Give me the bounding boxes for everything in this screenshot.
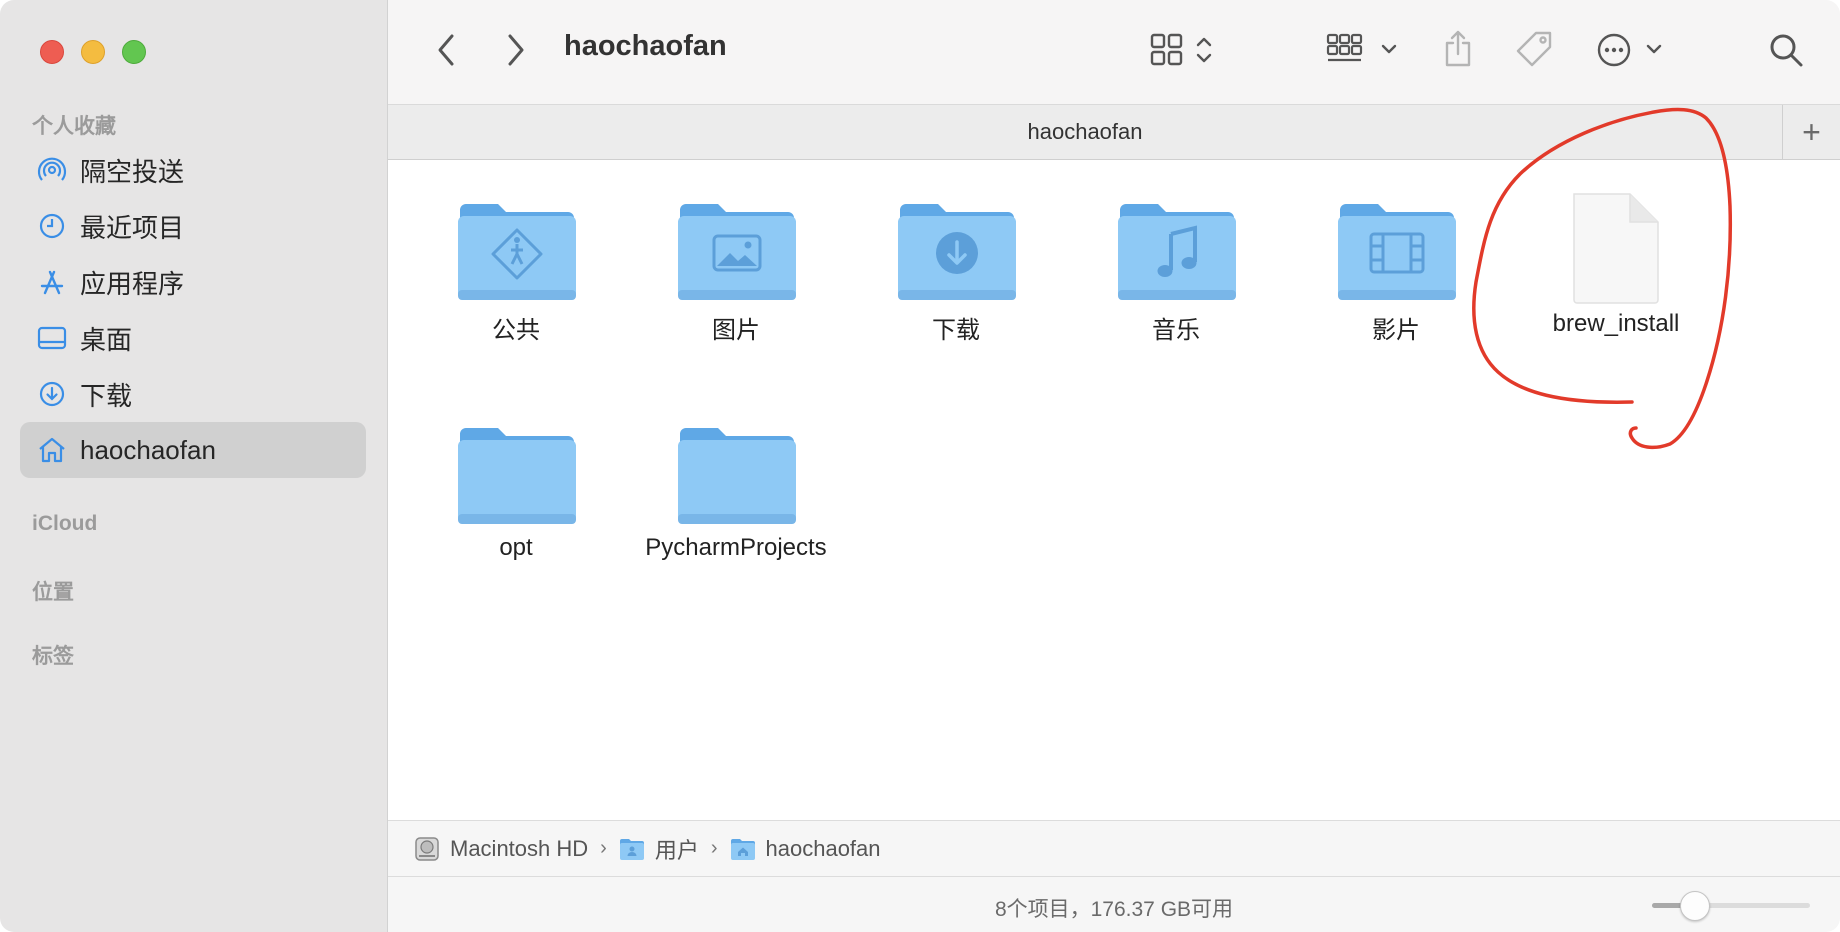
finder-window: 个人收藏 隔空投送 最近项目 应用程序 桌面 下载 haochaofan iCl… <box>0 0 1840 932</box>
folder-name: PycharmProjects <box>645 534 827 561</box>
status-bar: 8个项目，176.37 GB可用 <box>388 876 1840 932</box>
group-by-button[interactable] <box>1326 30 1400 70</box>
window-controls <box>40 40 146 64</box>
forward-button[interactable] <box>502 30 530 70</box>
minimize-window-button[interactable] <box>81 40 105 64</box>
sidebar-item-label: 最近项目 <box>80 212 185 243</box>
file-name: brew_install <box>1552 310 1680 337</box>
breadcrumb-label: 用户 <box>654 837 699 863</box>
sidebar-item-label: 应用程序 <box>80 268 185 299</box>
window-title: haochaofan <box>564 30 727 62</box>
users-folder-icon <box>619 837 645 861</box>
action-menu-button[interactable] <box>1596 30 1666 70</box>
breadcrumb-macintosh-hd[interactable]: Macintosh HD › <box>414 836 619 862</box>
search-button[interactable] <box>1766 30 1806 70</box>
breadcrumb-haochaofan[interactable]: haochaofan <box>730 836 881 862</box>
folder-name: 下载 <box>932 317 980 344</box>
breadcrumb-users[interactable]: 用户 › <box>619 833 730 865</box>
tags-button[interactable] <box>1512 28 1558 72</box>
sidebar-item-applications[interactable]: 应用程序 <box>20 254 366 310</box>
sidebar-item-recents[interactable]: 最近项目 <box>20 198 366 254</box>
breadcrumb-label: haochaofan <box>765 835 881 861</box>
clock-icon <box>36 210 68 242</box>
home-icon <box>36 434 68 466</box>
ellipsis-circle-icon <box>1597 33 1662 67</box>
folder-item-pycharmprojects[interactable]: PycharmProjects <box>626 422 846 562</box>
airdrop-icon <box>36 154 68 186</box>
chevron-left-icon <box>438 34 454 66</box>
download-icon <box>36 378 68 410</box>
folder-item-movies[interactable]: 影片 <box>1286 198 1506 344</box>
film-folder-icon <box>1338 204 1456 300</box>
public-folder-icon <box>458 204 576 300</box>
folder-item-public[interactable]: 公共 <box>406 198 626 344</box>
view-mode-button[interactable] <box>1150 30 1218 70</box>
tag-icon <box>1516 31 1552 67</box>
folder-item-pictures[interactable]: 图片 <box>626 198 846 344</box>
desktop-icon <box>36 322 68 354</box>
search-icon <box>1770 34 1803 67</box>
back-button[interactable] <box>432 30 460 70</box>
download-folder-icon <box>898 204 1016 300</box>
sidebar-item-downloads[interactable]: 下载 <box>20 366 366 422</box>
hard-drive-icon <box>414 836 440 862</box>
home-folder-icon <box>730 837 756 861</box>
folder-name: 图片 <box>712 317 760 344</box>
folder-icon <box>678 428 796 524</box>
slider-knob[interactable] <box>1680 891 1711 921</box>
icon-grid-view-icon <box>1150 33 1212 66</box>
close-window-button[interactable] <box>40 40 64 64</box>
sidebar: 个人收藏 隔空投送 最近项目 应用程序 桌面 下载 haochaofan iCl… <box>0 0 388 932</box>
folder-name: 音乐 <box>1152 317 1200 344</box>
sidebar-section-locations[interactable]: 位置 <box>32 576 74 606</box>
share-icon <box>1445 30 1471 67</box>
sidebar-section-favorites: 个人收藏 <box>32 115 116 138</box>
icon-size-slider[interactable] <box>1652 891 1810 921</box>
sidebar-section-icloud[interactable]: iCloud <box>32 512 97 536</box>
applications-icon <box>36 266 68 298</box>
share-button[interactable] <box>1438 26 1478 72</box>
folder-icon <box>458 428 576 524</box>
sidebar-item-label: 隔空投送 <box>80 156 185 187</box>
path-bar: Macintosh HD › 用户 › haochaofan <box>388 820 1840 876</box>
new-tab-button[interactable]: + <box>1782 105 1840 160</box>
sidebar-item-label: haochaofan <box>80 434 216 465</box>
zoom-window-button[interactable] <box>122 40 146 64</box>
sidebar-item-label: 桌面 <box>80 324 133 355</box>
file-grid: 公共 图片 下载 音乐 影片 brew_install opt PycharmP… <box>388 160 1840 820</box>
picture-folder-icon <box>678 204 796 300</box>
music-folder-icon <box>1118 204 1236 300</box>
sidebar-item-home[interactable]: haochaofan <box>20 422 366 478</box>
sidebar-section-tags[interactable]: 标签 <box>32 640 74 670</box>
chevron-right-icon: › <box>710 837 718 859</box>
chevron-right-icon <box>508 34 524 66</box>
sidebar-item-desktop[interactable]: 桌面 <box>20 310 366 366</box>
folder-item-music[interactable]: 音乐 <box>1066 198 1286 344</box>
status-text: 8个项目，176.37 GB可用 <box>994 898 1234 921</box>
folder-item-opt[interactable]: opt <box>406 422 626 562</box>
folder-name: 影片 <box>1372 317 1420 344</box>
chevron-right-icon: › <box>600 837 607 859</box>
folder-name: 公共 <box>492 317 540 344</box>
folder-name: opt <box>499 534 533 561</box>
toolbar: haochaofan <box>388 0 1840 104</box>
folder-item-downloads[interactable]: 下载 <box>846 198 1066 344</box>
file-item-brew-install[interactable]: brew_install <box>1506 190 1726 338</box>
document-icon <box>1573 193 1659 304</box>
sidebar-item-label: 下载 <box>80 380 133 411</box>
breadcrumb-label: Macintosh HD <box>450 835 589 861</box>
tab-bar: haochaofan + <box>388 104 1840 160</box>
tab-haochaofan[interactable]: haochaofan <box>388 119 1782 145</box>
sidebar-item-airdrop[interactable]: 隔空投送 <box>20 142 366 198</box>
group-icon <box>1326 33 1397 62</box>
